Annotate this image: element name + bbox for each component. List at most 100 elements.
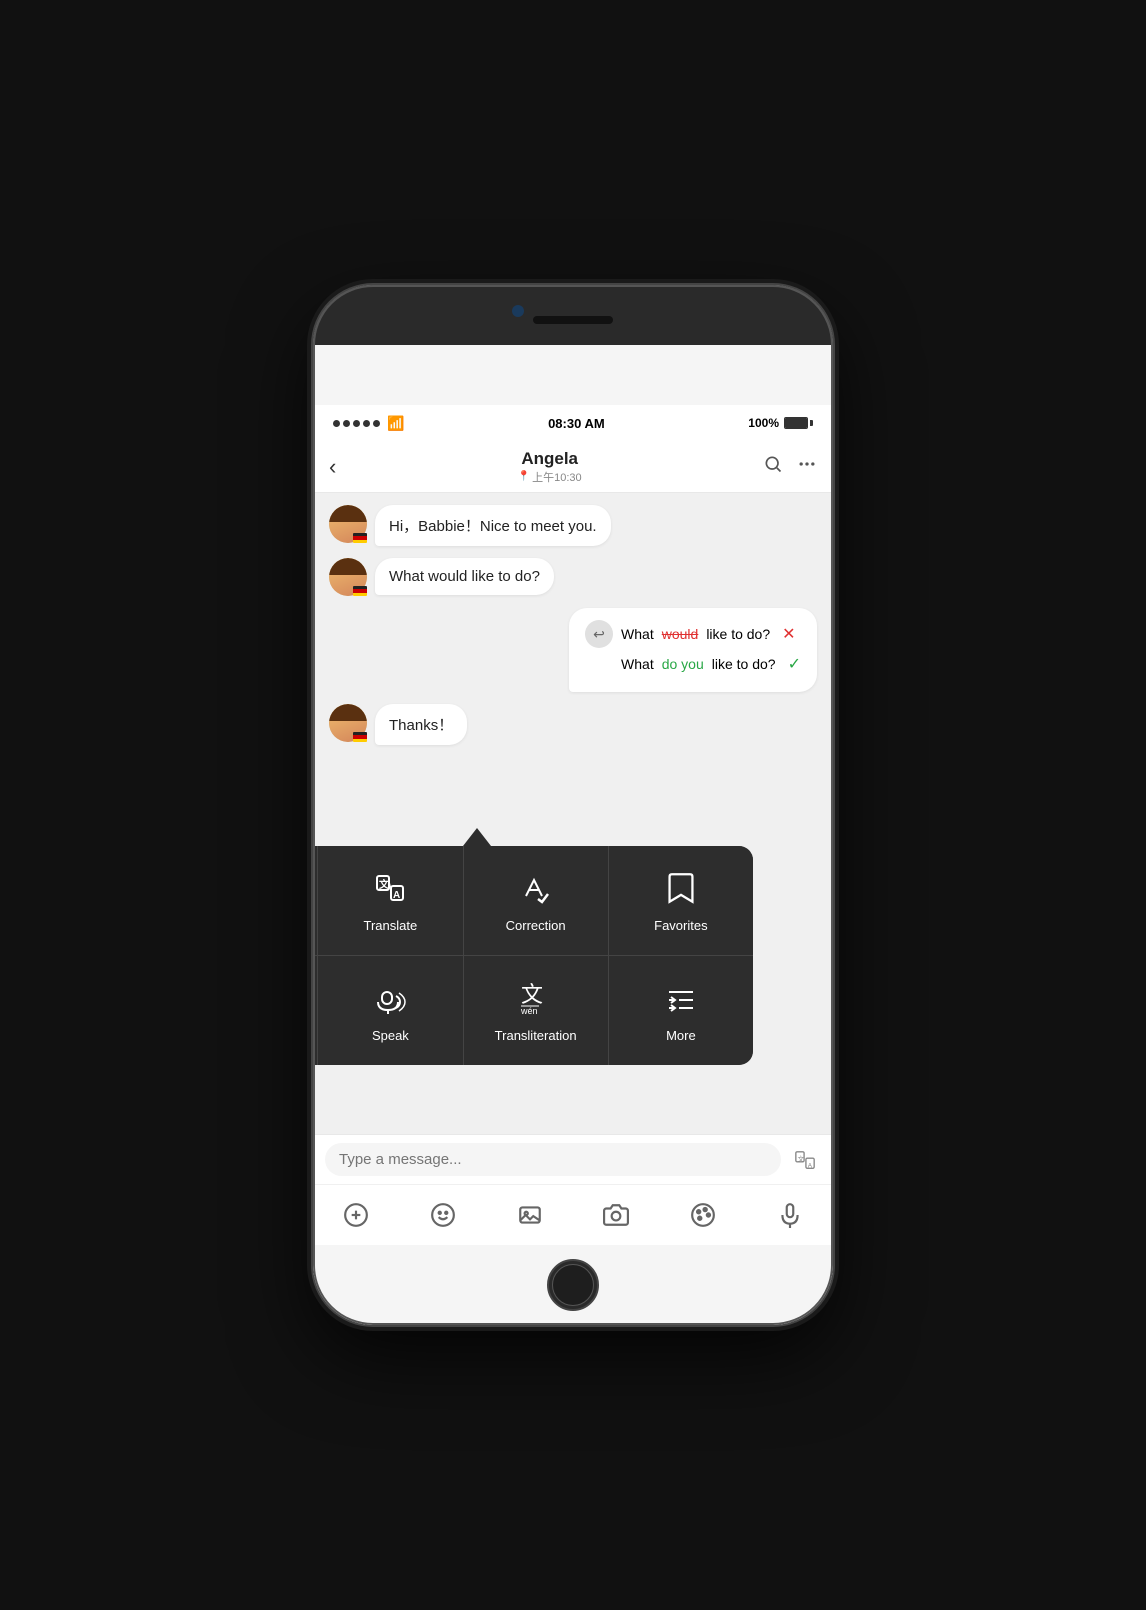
context-menu-correction[interactable]: Correction: [464, 846, 608, 955]
camera-button[interactable]: [596, 1195, 636, 1235]
correct-row: What do you like to do? ✓: [585, 654, 801, 674]
signal-dot-4: [363, 420, 370, 427]
chat-header: ‹ Angela 📍 上午10:30: [313, 441, 833, 493]
signal-dot-3: [353, 420, 360, 427]
message-row-4: Thanks！: [329, 704, 817, 745]
status-bar: 📶 08:30 AM 100%: [313, 405, 833, 441]
battery-icon: [784, 417, 813, 429]
context-menu-favorites[interactable]: Favorites: [609, 846, 753, 955]
battery-percent: 100%: [748, 416, 779, 430]
context-menu-translate[interactable]: 文 A Translate: [318, 846, 462, 955]
context-menu-overlay: Reply 文 A: [313, 828, 753, 1065]
correct-check-icon: ✓: [788, 654, 801, 674]
message-bubble-4: Thanks！: [375, 704, 467, 745]
svg-text:文: 文: [798, 1153, 805, 1162]
message-text-2: What would like to do?: [389, 568, 540, 585]
front-camera: [512, 305, 524, 317]
phone-shell: 📶 08:30 AM 100% ‹: [313, 285, 833, 1325]
flag-badge-1: [353, 533, 367, 543]
input-bar: 文 A: [313, 1134, 833, 1184]
wrong-prefix: What: [621, 626, 654, 642]
translate-menu-icon: 文 A: [370, 868, 410, 908]
emoji-button[interactable]: [423, 1195, 463, 1235]
message-text-4: Thanks！: [389, 717, 453, 734]
context-menu-copy[interactable]: Copy: [313, 956, 317, 1065]
avatar-hair-3: [329, 704, 367, 721]
signal-dot-1: [333, 420, 340, 427]
header-center: Angela 📍 上午10:30: [518, 449, 582, 485]
message-row-2: What would like to do?: [329, 558, 817, 596]
translate-input-button[interactable]: 文 A: [789, 1144, 821, 1176]
more-label: More: [666, 1028, 696, 1045]
battery-area: 100%: [748, 416, 813, 430]
correct-prefix: What: [621, 656, 654, 672]
translate-label: Translate: [364, 918, 418, 935]
header-subtitle: 📍 上午10:30: [518, 469, 582, 485]
message-row-1: Hi，Babbie！Nice to meet you.: [329, 505, 817, 546]
avatar-hair-1: [329, 505, 367, 522]
header-icons: [763, 454, 817, 480]
svg-text:A: A: [393, 890, 400, 901]
avatar-wrapper-2: [329, 558, 367, 596]
home-button[interactable]: [547, 1259, 599, 1311]
header-time: 上午10:30: [532, 469, 582, 485]
context-menu-reply[interactable]: Reply: [313, 846, 317, 955]
flag-badge-2: [353, 586, 367, 596]
correct-suffix: like to do?: [712, 656, 776, 672]
avatar-wrapper-1: [329, 505, 367, 543]
avatar-hair-2: [329, 558, 367, 575]
contact-name: Angela: [518, 449, 582, 469]
add-button[interactable]: [336, 1195, 376, 1235]
mic-button[interactable]: [770, 1195, 810, 1235]
svg-text:A: A: [808, 1162, 813, 1169]
correction-label: Correction: [506, 918, 566, 935]
message-text-1: Hi，Babbie！Nice to meet you.: [389, 518, 597, 535]
image-button[interactable]: [510, 1195, 550, 1235]
battery-fill: [785, 418, 807, 428]
battery-body: [784, 417, 808, 429]
avatar-wrapper-3: [329, 704, 367, 742]
battery-tip: [810, 420, 813, 426]
more-options-icon[interactable]: [797, 454, 817, 480]
flag-gold-2: [353, 593, 367, 596]
flag-gold-3: [353, 739, 367, 742]
context-menu-transliteration[interactable]: 文 wén Transliteration: [464, 956, 608, 1065]
status-time: 08:30 AM: [548, 416, 605, 431]
wrong-row: ↩ What would like to do? ✕: [585, 620, 801, 648]
speak-label: Speak: [372, 1028, 409, 1045]
flag-gold: [353, 540, 367, 543]
wifi-icon: 📶: [387, 415, 404, 432]
transliteration-label: Transliteration: [495, 1028, 577, 1045]
favorites-menu-icon: [661, 868, 701, 908]
wrong-suffix: like to do?: [706, 626, 770, 642]
signal-dot-2: [343, 420, 350, 427]
phone-top-bezel: [313, 285, 833, 345]
context-menu-speak[interactable]: Speak: [318, 956, 462, 1065]
context-menu: Reply 文 A: [313, 846, 753, 1065]
phone-screen: 📶 08:30 AM 100% ‹: [313, 285, 833, 1325]
wrong-word: would: [662, 626, 699, 642]
message-bubble-2: What would like to do?: [375, 558, 554, 595]
earpiece-speaker: [533, 316, 613, 324]
speak-menu-icon: [370, 978, 410, 1018]
signal-dot-5: [373, 420, 380, 427]
correction-menu-icon: [516, 868, 556, 908]
back-button[interactable]: ‹: [329, 454, 336, 480]
svg-text:wén: wén: [520, 1006, 538, 1014]
message-bubble-1: Hi，Babbie！Nice to meet you.: [375, 505, 611, 546]
transliteration-menu-icon: 文 wén: [516, 978, 556, 1018]
chat-body: Hi，Babbie！Nice to meet you.: [313, 493, 833, 1134]
scene: 📶 08:30 AM 100% ‹: [0, 0, 1146, 1610]
reply-icon: ↩: [585, 620, 613, 648]
home-button-inner: [552, 1264, 594, 1306]
context-arrow: [463, 828, 491, 846]
screen-content: 📶 08:30 AM 100% ‹: [313, 345, 833, 1245]
svg-text:文: 文: [521, 982, 543, 1007]
message-row-3: ↩ What would like to do? ✕ What do you: [329, 608, 817, 692]
context-menu-more[interactable]: More: [609, 956, 753, 1065]
palette-button[interactable]: [683, 1195, 723, 1235]
correct-word: do you: [662, 656, 704, 672]
bottom-toolbar: [313, 1184, 833, 1245]
search-icon[interactable]: [763, 454, 783, 480]
message-input[interactable]: [325, 1143, 781, 1176]
